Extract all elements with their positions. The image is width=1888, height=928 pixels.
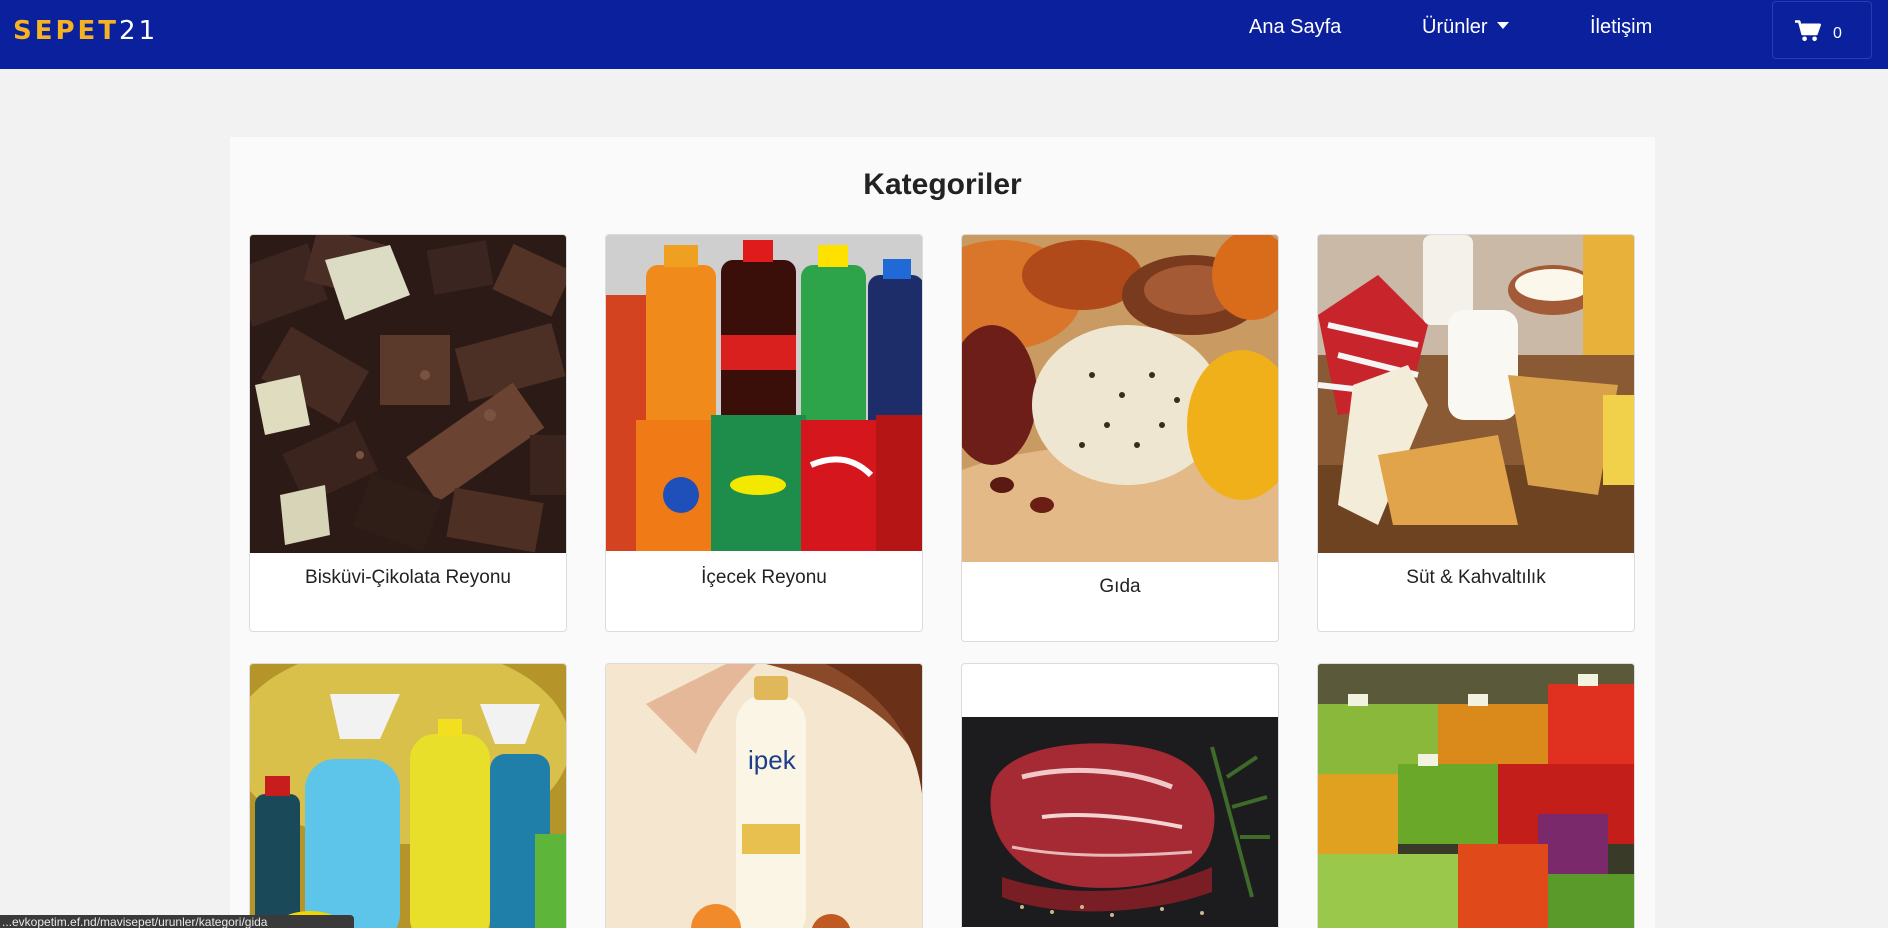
chevron-down-icon — [1496, 22, 1509, 29]
shopping-cart-icon — [1795, 20, 1821, 42]
cleaning-products-image — [250, 664, 566, 928]
beverages-image — [606, 235, 922, 551]
status-bar-url: ...evkopetim.ef.nd/mavisepet/urunler/kat… — [0, 915, 354, 928]
shampoo-image: ipek — [606, 664, 922, 928]
category-label: İçecek Reyonu — [701, 567, 827, 588]
brand-name-part1: SEPET — [13, 16, 120, 46]
nav-home-link[interactable]: Ana Sayfa — [1249, 14, 1341, 40]
brand-logo[interactable]: SEPET21 — [13, 14, 158, 48]
cart-count: 0 — [1833, 25, 1842, 42]
category-card-beverages[interactable]: İçecek Reyonu — [605, 234, 923, 632]
svg-text:ipek: ipek — [748, 745, 797, 775]
nav-contact-link[interactable]: İletişim — [1590, 14, 1652, 40]
category-card-cleaning[interactable] — [249, 663, 567, 928]
page-title: Kategoriler — [863, 168, 1022, 201]
dairy-image — [1318, 235, 1634, 553]
navbar: SEPET21 Ana Sayfa Ürünler İletişim 0 — [0, 0, 1888, 69]
nav-products-label: Ürünler — [1422, 16, 1488, 38]
brand-name-part2: 21 — [119, 16, 159, 46]
category-label: Bisküvi-Çikolata Reyonu — [305, 567, 511, 588]
category-label: Süt & Kahvaltılık — [1406, 567, 1546, 588]
legumes-image — [962, 235, 1278, 562]
nav-products-dropdown[interactable]: Ürünler — [1422, 14, 1509, 40]
category-card-personal-care[interactable]: ipek — [605, 663, 923, 928]
meat-image — [962, 717, 1278, 927]
category-card-meat[interactable] — [961, 663, 1279, 928]
category-card-dairy-breakfast[interactable]: Süt & Kahvaltılık — [1317, 234, 1635, 632]
category-card-biscuit-chocolate[interactable]: Bisküvi-Çikolata Reyonu — [249, 234, 567, 632]
category-card-fruit-vegetables[interactable] — [1317, 663, 1635, 928]
categories-container: Kategoriler Bisküvi-Çikolata Reyonu İçec… — [230, 137, 1655, 928]
produce-market-image — [1318, 664, 1634, 928]
category-label: Gıda — [1099, 576, 1141, 597]
chocolate-image — [250, 235, 566, 553]
category-card-food[interactable]: Gıda — [961, 234, 1279, 642]
cart-button[interactable]: 0 — [1772, 1, 1872, 59]
